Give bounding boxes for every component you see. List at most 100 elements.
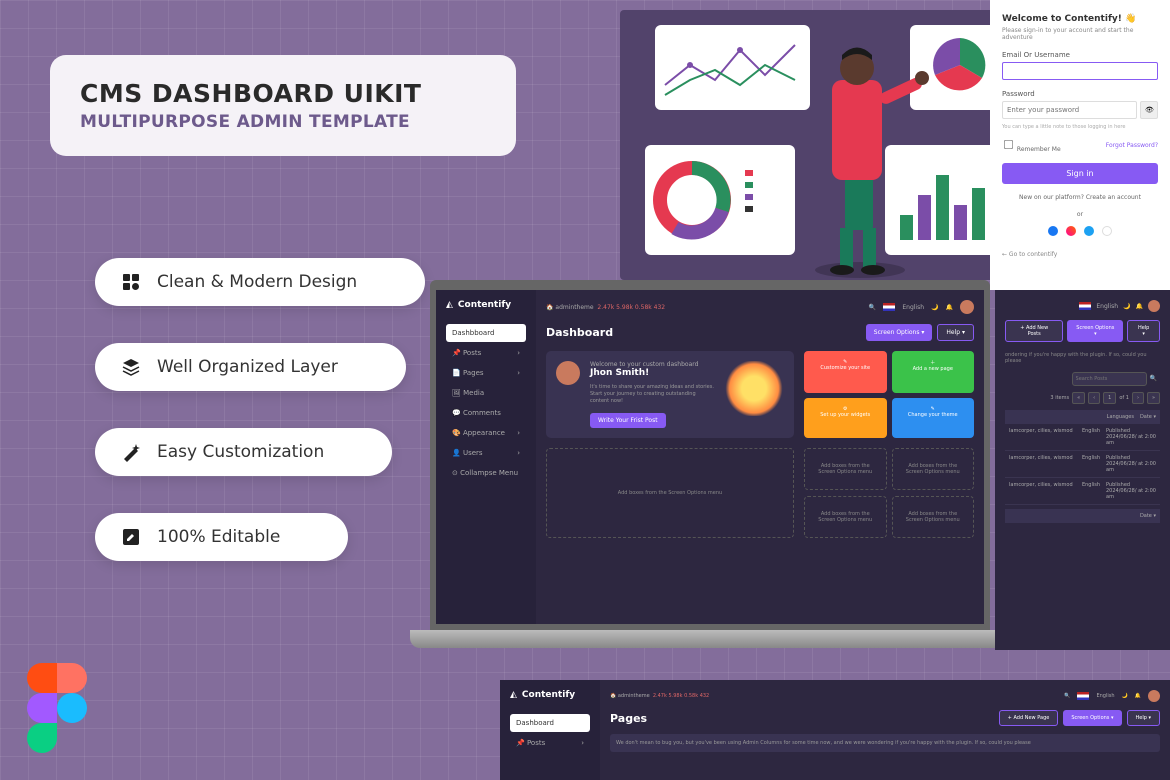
illustration-panel bbox=[620, 10, 1020, 280]
signin-subtitle: Please sign-in to your account and start… bbox=[1002, 27, 1158, 41]
search-posts-input[interactable] bbox=[1072, 372, 1147, 386]
wand-icon bbox=[120, 441, 142, 463]
language-select[interactable]: English bbox=[902, 304, 924, 311]
nav-posts[interactable]: 📌 Posts› bbox=[510, 734, 590, 752]
dropzone-small[interactable]: Add boxes from the Screen Options menu bbox=[892, 448, 975, 490]
tile-theme[interactable]: ✎Change your theme bbox=[892, 398, 975, 439]
avatar[interactable] bbox=[1148, 690, 1160, 702]
bell-icon[interactable]: 🔔 bbox=[1135, 693, 1141, 699]
facebook-icon[interactable] bbox=[1048, 226, 1058, 236]
feature-text-3: Easy Customization bbox=[157, 442, 324, 462]
moon-icon[interactable]: 🌙 bbox=[931, 304, 938, 311]
col-date[interactable]: Date ▾ bbox=[1140, 414, 1156, 420]
feature-text-4: 100% Editable bbox=[157, 527, 280, 547]
lightbulb-illustration bbox=[724, 361, 784, 416]
nav-pages[interactable]: 📄 Pages› bbox=[446, 364, 526, 382]
welcome-subtitle: Welcome to your custom dashboard bbox=[590, 361, 714, 368]
nav-posts[interactable]: 📌 Posts› bbox=[446, 344, 526, 362]
moon-icon[interactable]: 🌙 bbox=[1123, 303, 1130, 310]
help-button[interactable]: Help ▾ bbox=[1127, 320, 1160, 342]
help-button[interactable]: Help ▾ bbox=[1127, 710, 1161, 726]
welcome-desc: It's time to share your amazing ideas an… bbox=[590, 384, 714, 405]
instagram-icon[interactable] bbox=[1066, 226, 1076, 236]
dropzone-small[interactable]: Add boxes from the Screen Options menu bbox=[804, 496, 887, 538]
search-icon[interactable]: 🔍 bbox=[1147, 372, 1160, 386]
tile-customize[interactable]: ✎Customize your site bbox=[804, 351, 887, 393]
table-row[interactable]: lamcorper, cilies, wismodEnglishPublishe… bbox=[1005, 451, 1160, 478]
back-link[interactable]: ← Go to contentify bbox=[1002, 251, 1158, 258]
avatar[interactable] bbox=[960, 300, 974, 314]
layers-icon bbox=[120, 356, 142, 378]
password-eye-icon[interactable]: 👁 bbox=[1140, 101, 1158, 119]
dropzone-small[interactable]: Add boxes from the Screen Options menu bbox=[804, 448, 887, 490]
create-account-link[interactable]: New on our platform? Create an account bbox=[1002, 194, 1158, 201]
table-row[interactable]: lamcorper, cilies, wismodEnglishPublishe… bbox=[1005, 478, 1160, 505]
pager-prev[interactable]: ‹ bbox=[1088, 392, 1100, 404]
tile-add-page[interactable]: ＋Add a new page bbox=[892, 351, 975, 393]
promo-title: CMS DASHBOARD UIKIT bbox=[80, 79, 421, 108]
nav-dashboard[interactable]: Dashboard bbox=[510, 714, 590, 732]
brand-logo[interactable]: ◭Contentify bbox=[510, 690, 590, 700]
search-icon[interactable]: 🔍 bbox=[1064, 693, 1070, 699]
email-input[interactable] bbox=[1002, 62, 1158, 80]
welcome-card: Welcome to your custom dashboard Jhon Sm… bbox=[546, 351, 794, 438]
screen-options-button[interactable]: Screen Options ▾ bbox=[1063, 710, 1121, 726]
col-lang[interactable]: Languages bbox=[1107, 414, 1134, 420]
write-post-button[interactable]: Write Your Frist Post bbox=[590, 413, 666, 428]
screen-options-button[interactable]: Screen Options ▾ bbox=[1067, 320, 1123, 342]
flag-icon bbox=[1077, 692, 1089, 700]
pager-next[interactable]: › bbox=[1132, 392, 1144, 404]
search-icon[interactable]: 🔍 bbox=[869, 304, 876, 311]
nav-collapse[interactable]: ⊙ Collampse Menu bbox=[446, 464, 526, 482]
bell-icon[interactable]: 🔔 bbox=[1136, 303, 1143, 310]
pager-last[interactable]: » bbox=[1147, 392, 1160, 404]
flag-icon bbox=[1079, 302, 1091, 310]
signin-button[interactable]: Sign in bbox=[1002, 163, 1158, 184]
chevron-right-icon: › bbox=[517, 369, 520, 377]
add-new-page-button[interactable]: + Add New Page bbox=[999, 710, 1059, 726]
bell-icon[interactable]: 🔔 bbox=[946, 304, 953, 311]
or-divider: or bbox=[1002, 211, 1158, 218]
chevron-right-icon: › bbox=[517, 449, 520, 457]
dropzone-large[interactable]: Add boxes from the Screen Options menu bbox=[546, 448, 794, 538]
figma-logo-icon bbox=[27, 663, 87, 753]
password-input[interactable] bbox=[1002, 101, 1137, 119]
google-icon[interactable] bbox=[1102, 226, 1112, 236]
nav-media[interactable]: 🖼 Media bbox=[446, 384, 526, 402]
chevron-right-icon: › bbox=[517, 349, 520, 357]
nav-comments[interactable]: 💬 Comments bbox=[446, 404, 526, 422]
signin-hint: You can type a little note to those logg… bbox=[1002, 124, 1158, 130]
promo-title-card: CMS DASHBOARD UIKIT MULTIPURPOSE ADMIN T… bbox=[50, 55, 516, 156]
col-date-footer[interactable]: Date ▾ bbox=[1140, 513, 1156, 519]
home-icon[interactable]: 🏠 bbox=[546, 304, 553, 311]
plugin-note: We don't mean to bug you, but you've bee… bbox=[610, 734, 1160, 752]
feature-pill-1: Clean & Modern Design bbox=[95, 258, 425, 306]
help-button[interactable]: Help ▾ bbox=[937, 324, 974, 341]
grid-icon bbox=[120, 271, 142, 293]
signin-panel: Welcome to Contentify! 👋 Please sign-in … bbox=[990, 0, 1170, 290]
nav-appearance[interactable]: 🎨 Appearance› bbox=[446, 424, 526, 442]
tile-widgets[interactable]: ⚙Set up your widgets bbox=[804, 398, 887, 439]
language-select[interactable]: English bbox=[1096, 303, 1118, 310]
moon-icon[interactable]: 🌙 bbox=[1122, 693, 1128, 699]
promo-subtitle: MULTIPURPOSE ADMIN TEMPLATE bbox=[80, 112, 421, 132]
brand-logo[interactable]: ◭Contentify bbox=[446, 300, 526, 310]
pager-first[interactable]: « bbox=[1072, 392, 1085, 404]
twitter-icon[interactable] bbox=[1084, 226, 1094, 236]
edit-icon bbox=[120, 526, 142, 548]
avatar[interactable] bbox=[1148, 300, 1160, 312]
nav-users[interactable]: 👤 Users› bbox=[446, 444, 526, 462]
screen-options-button[interactable]: Screen Options ▾ bbox=[866, 324, 933, 341]
breadcrumb[interactable]: admintheme bbox=[555, 304, 593, 311]
add-new-posts-button[interactable]: + Add New Posts bbox=[1005, 320, 1063, 342]
home-icon[interactable]: 🏠 bbox=[610, 693, 616, 699]
pager-current[interactable]: 1 bbox=[1103, 392, 1116, 404]
logo-icon: ◭ bbox=[446, 300, 453, 310]
feature-text-2: Well Organized Layer bbox=[157, 357, 338, 377]
forgot-password-link[interactable]: Forgot Password? bbox=[1106, 142, 1158, 149]
dropzone-small[interactable]: Add boxes from the Screen Options menu bbox=[892, 496, 975, 538]
table-row[interactable]: lamcorper, cilies, wismodEnglishPublishe… bbox=[1005, 424, 1160, 451]
nav-dashboard[interactable]: Dashbboard bbox=[446, 324, 526, 342]
feature-pill-3: Easy Customization bbox=[95, 428, 392, 476]
remember-checkbox[interactable]: Remember Me bbox=[1002, 138, 1061, 153]
